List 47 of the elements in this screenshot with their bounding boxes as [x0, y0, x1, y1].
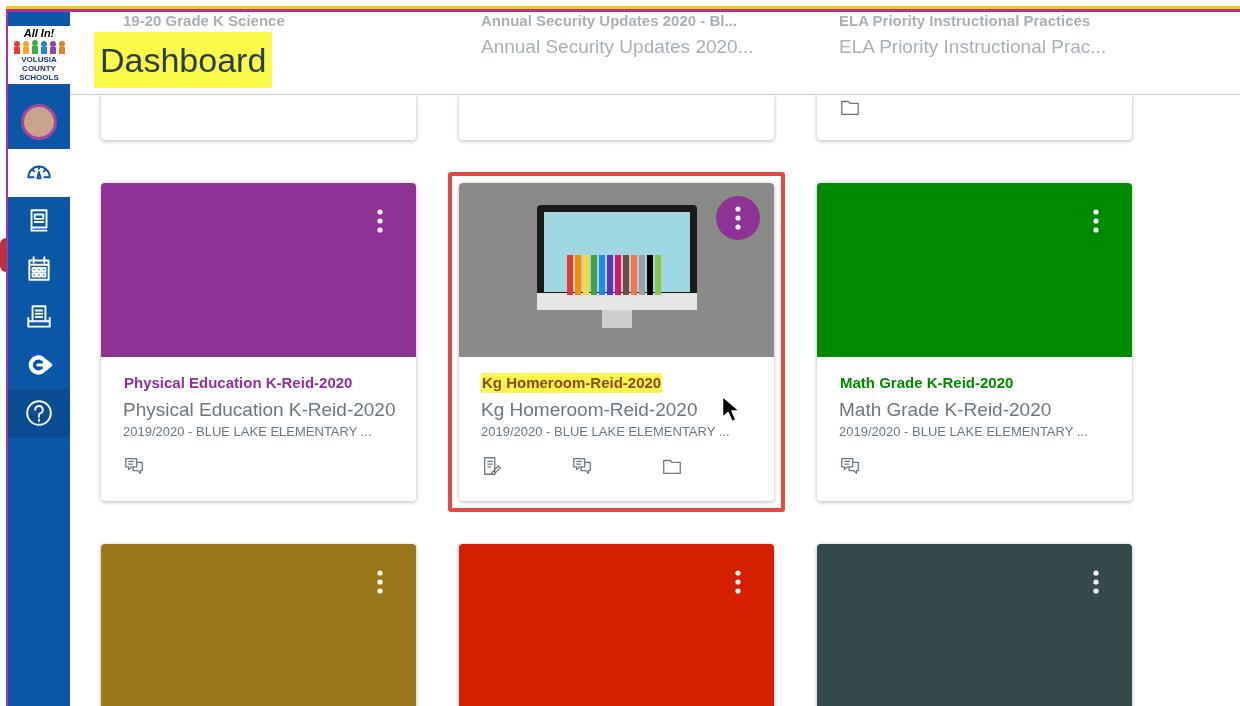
- course-name: ELA Priority Instructional Prac...: [839, 36, 1107, 58]
- avatar[interactable]: [21, 104, 57, 140]
- discussions-button[interactable]: [839, 455, 861, 477]
- logo-subtitle: VOLUSIA COUNTY SCHOOLS: [18, 55, 60, 82]
- course-term: 2019/2020 - BLUE LAKE ELEMENTARY ...: [123, 423, 372, 441]
- more-options-button[interactable]: [1090, 207, 1102, 235]
- page-pencil-icon: [481, 455, 503, 477]
- cursor-icon: [721, 395, 741, 423]
- course-title-link[interactable]: Math Grade K-Reid-2020: [839, 373, 1015, 393]
- logo-title: All In!: [23, 28, 55, 39]
- record-widget[interactable]: [0, 238, 6, 272]
- more-options-button[interactable]: [374, 568, 386, 596]
- speech-bubbles-icon: [839, 455, 861, 477]
- kebab-icon: [377, 209, 383, 233]
- course-name: Annual Security Updates 2020...: [481, 36, 754, 58]
- course-term: 2019/2020 - BLUE LAKE ELEMENTARY ...: [839, 423, 1088, 441]
- kebab-icon: [377, 570, 383, 594]
- speech-bubbles-icon: [571, 455, 593, 477]
- dashboard-nav-item[interactable]: [8, 149, 70, 197]
- assignments-button[interactable]: [481, 455, 503, 477]
- course-name: Math Grade K-Reid-2020: [839, 399, 1052, 421]
- course-card[interactable]: Kg Homeroom-Reid-2020 Kg Homeroom-Reid-2020 2019/2020 - BLUE LAKE ELEMENTARY ...: [459, 183, 774, 501]
- help-icon: [24, 398, 54, 428]
- people-drawing: [12, 40, 66, 54]
- more-options-button[interactable]: [716, 196, 760, 240]
- help-nav-item[interactable]: [8, 389, 70, 437]
- speech-bubbles-icon: [123, 455, 145, 477]
- course-card[interactable]: Physical Education K-Reid-2020 Physical Education K-Reid-2020 2019/2020 - BLUE LAKE ELEMENTARY ...: [101, 183, 416, 501]
- page-title: Dashboard: [94, 32, 273, 88]
- discussions-button[interactable]: [571, 455, 593, 477]
- kebab-icon: [735, 570, 741, 594]
- discussions-button[interactable]: [123, 455, 145, 477]
- kebab-icon: [735, 206, 741, 230]
- course-card[interactable]: Math Grade K-Reid-2020 Math Grade K-Reid-2020 2019/2020 - BLUE LAKE ELEMENTARY ...: [817, 183, 1132, 501]
- course-term: 2019/2020 - BLUE LAKE ELEMENTARY ...: [481, 423, 730, 441]
- course-title-link[interactable]: Kg Homeroom-Reid-2020: [481, 373, 663, 393]
- course-image[interactable]: [459, 183, 774, 357]
- course-title-link[interactable]: Physical Education K-Reid-2020: [123, 373, 354, 393]
- course-color-header[interactable]: [101, 183, 416, 357]
- more-options-button[interactable]: [374, 207, 386, 235]
- more-options-button[interactable]: [1090, 568, 1102, 596]
- more-options-button[interactable]: [732, 568, 744, 596]
- kebab-icon: [1093, 209, 1099, 233]
- course-color-header[interactable]: [817, 183, 1132, 357]
- course-name: Physical Education K-Reid-2020: [123, 399, 396, 421]
- course-name: Kg Homeroom-Reid-2020: [481, 399, 698, 421]
- kebab-icon: [1093, 570, 1099, 594]
